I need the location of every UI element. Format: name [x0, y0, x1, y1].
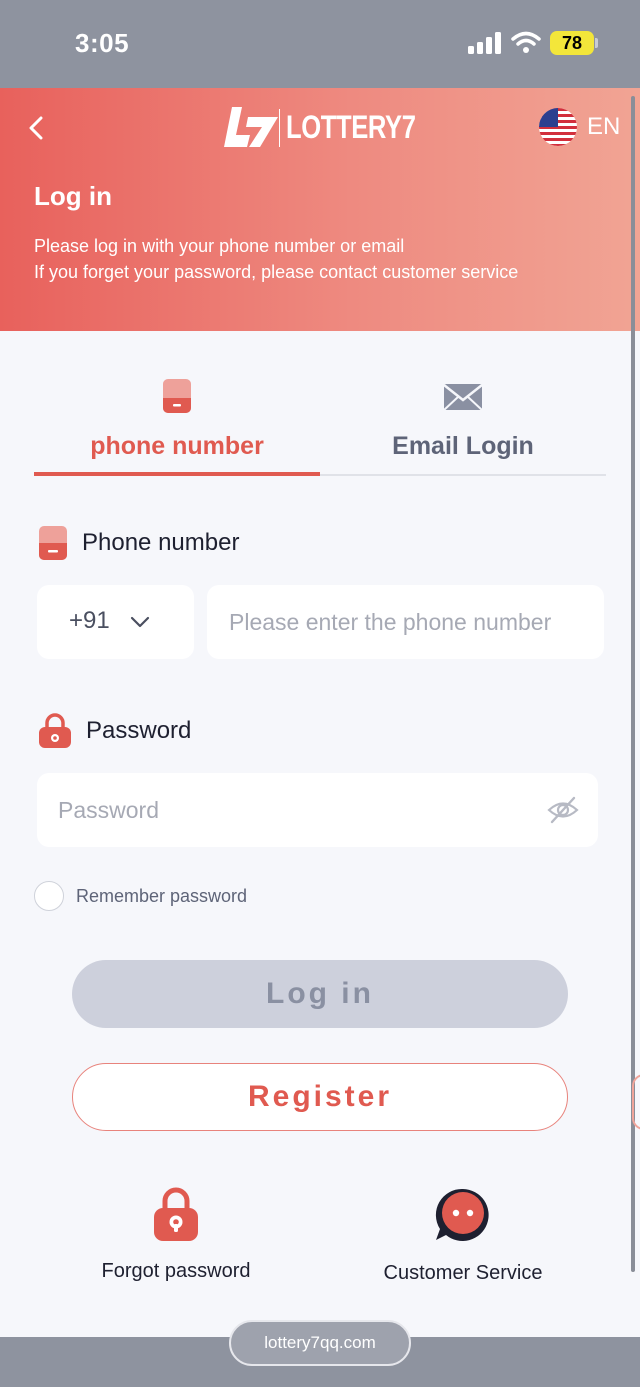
phone-number-label-text: Phone number — [82, 529, 240, 556]
status-time: 3:05 — [75, 28, 130, 58]
header-description: Please log in with your phone number or … — [34, 233, 518, 285]
logo-mark-icon — [224, 107, 280, 147]
remember-password-radio[interactable] — [34, 881, 64, 911]
battery-tip — [595, 38, 598, 48]
description-line-2: If you forget your password, please cont… — [34, 262, 519, 282]
register-button[interactable]: Register — [72, 1063, 568, 1131]
country-code-select[interactable]: +91 — [37, 585, 194, 659]
phone-number-label: Phone number — [38, 524, 239, 562]
logo: LOTTERY7 — [224, 104, 448, 150]
envelope-icon — [444, 384, 482, 411]
remember-password-label: Remember password — [76, 885, 248, 906]
lock-icon — [154, 1187, 198, 1241]
password-label: Password — [38, 712, 191, 750]
us-flag-icon — [539, 108, 577, 146]
phone-icon — [39, 526, 67, 560]
chevron-down-icon — [130, 616, 150, 628]
forgot-password-label: Forgot password — [101, 1260, 251, 1282]
url-bar[interactable]: lottery7qq.com — [229, 1320, 411, 1366]
remember-password-option[interactable]: Remember password — [34, 881, 247, 911]
login-button[interactable]: Log in — [72, 960, 568, 1028]
password-label-text: Password — [86, 717, 192, 744]
password-field — [37, 773, 598, 847]
battery-indicator: 78 — [550, 31, 594, 55]
wifi-icon — [511, 31, 541, 53]
chat-bubble-icon — [435, 1188, 489, 1241]
active-tab-indicator — [34, 472, 320, 476]
phone-number-input[interactable] — [207, 585, 604, 659]
logo-text: LOTTERY7 — [286, 108, 416, 145]
phone-icon — [163, 379, 191, 413]
page-title: Log in — [34, 181, 112, 211]
signal-icon — [468, 32, 501, 54]
tab-email-label: Email Login — [392, 432, 534, 460]
password-input[interactable] — [37, 773, 537, 847]
login-method-tabs: phone number Email Login — [34, 370, 606, 476]
back-arrow-icon[interactable] — [22, 112, 52, 144]
eye-closed-icon[interactable] — [547, 795, 579, 825]
tab-phone-label: phone number — [90, 432, 264, 460]
tab-email-login[interactable]: Email Login — [320, 370, 606, 474]
language-label: EN — [587, 113, 621, 140]
language-selector[interactable]: EN — [539, 108, 620, 146]
country-code-value: +91 — [69, 607, 110, 634]
forgot-password-link[interactable]: Forgot password — [66, 1186, 286, 1283]
lock-icon — [39, 713, 71, 748]
tab-phone-number[interactable]: phone number — [34, 370, 320, 476]
description-line-1: Please log in with your phone number or … — [34, 236, 405, 256]
customer-service-label: Customer Service — [383, 1262, 543, 1284]
header-banner: LOTTERY7 EN Log in Please log in with yo… — [0, 88, 640, 331]
side-float-tab[interactable] — [632, 1074, 640, 1130]
status-bar: 3:05 78 — [0, 0, 640, 88]
customer-service-link[interactable]: Customer Service — [353, 1186, 573, 1285]
